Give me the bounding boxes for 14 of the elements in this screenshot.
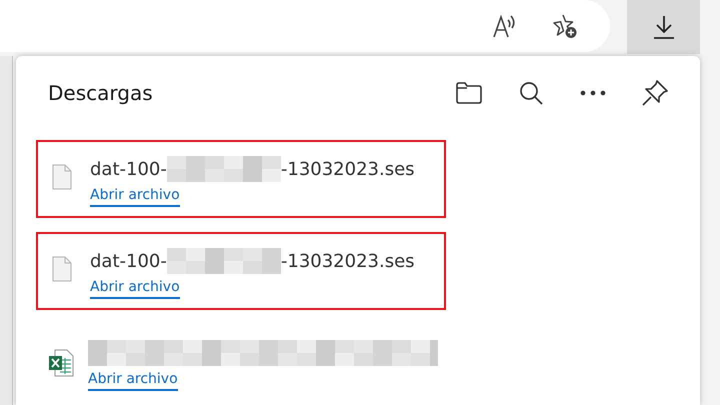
open-file-link[interactable]: Abrir archivo [90, 278, 180, 299]
file-name: -13032023.ses [280, 158, 415, 180]
panel-title: Descargas [48, 81, 154, 105]
file-name: dat-100- [90, 158, 167, 180]
open-file-link[interactable]: Abrir archivo [88, 370, 178, 391]
open-file-link[interactable]: Abrir archivo [90, 186, 180, 207]
file-icon [52, 256, 72, 282]
favorite-add-icon[interactable] [552, 13, 578, 39]
file-name: dat-100- [90, 250, 167, 272]
download-button[interactable] [627, 0, 700, 54]
download-icon [652, 14, 676, 40]
file-name: -13032023.ses [280, 250, 415, 272]
spreadsheet-icon [48, 348, 74, 378]
file-icon [52, 164, 72, 190]
